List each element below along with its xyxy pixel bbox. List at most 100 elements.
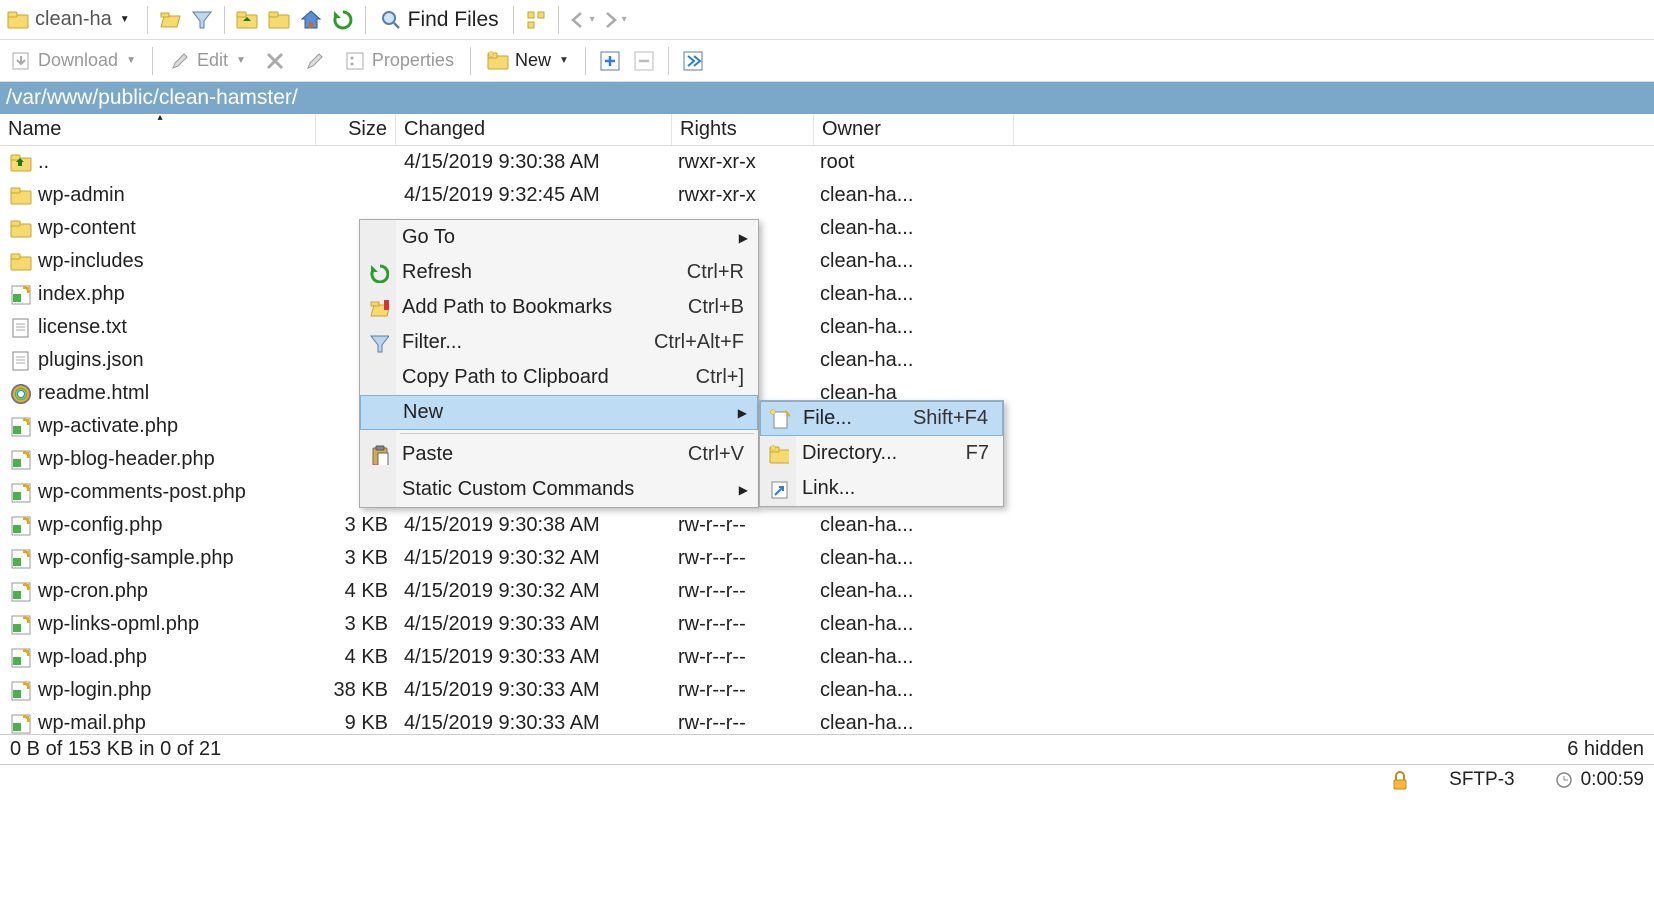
file-icon: [10, 152, 32, 174]
rename-button[interactable]: [298, 48, 332, 74]
menu-item-add-path-to-bookmarks[interactable]: Add Path to Bookmarks Ctrl+B: [360, 290, 758, 325]
submenu-item-link[interactable]: Link...: [760, 471, 1003, 506]
file-row[interactable]: wp-cron.php4 KB4/15/2019 9:30:32 AMrw-r-…: [0, 575, 1654, 608]
file-owner: clean-ha...: [814, 514, 1014, 537]
file-size: 4 KB: [316, 646, 396, 669]
download-icon: [10, 50, 32, 72]
path-text: /var/www/public/clean-hamster/: [6, 86, 298, 110]
encryption-status[interactable]: [1389, 770, 1409, 790]
file-size: 3 KB: [316, 514, 396, 537]
paste-icon: [368, 444, 390, 466]
menu-label: Add Path to Bookmarks: [402, 296, 612, 319]
menu-item-paste[interactable]: PasteCtrl+V: [360, 437, 758, 472]
file-size: 4 KB: [316, 580, 396, 603]
hidden-count: 6 hidden: [1567, 738, 1644, 761]
header-name[interactable]: Name▴: [0, 114, 316, 145]
filter-button[interactable]: [188, 6, 216, 34]
menu-item-filter[interactable]: Filter...Ctrl+Alt+F: [360, 325, 758, 360]
file-size: 38 KB: [316, 679, 396, 702]
edit-icon: [169, 50, 191, 72]
file-row[interactable]: plugins.jsonclean-ha...: [0, 344, 1654, 377]
file-size: 9 KB: [316, 712, 396, 734]
file-name: wp-load.php: [38, 646, 147, 669]
file-changed: 4/15/2019 9:30:32 AM: [396, 547, 672, 570]
file-icon: [10, 416, 32, 438]
bookmark-dropdown[interactable]: clean-ha ▼: [4, 5, 139, 34]
path-bar[interactable]: /var/www/public/clean-hamster/: [0, 82, 1654, 114]
header-size[interactable]: Size: [316, 114, 396, 145]
sync-browse-button[interactable]: [522, 6, 550, 34]
file-row[interactable]: license.txt20clean-ha...: [0, 311, 1654, 344]
header-changed[interactable]: Changed: [396, 114, 672, 145]
nav-forward-button[interactable]: ▾: [599, 6, 627, 34]
separator: [147, 6, 148, 34]
menu-item-copy-path-to-clipboard[interactable]: Copy Path to Clipboard Ctrl+]: [360, 360, 758, 395]
download-button[interactable]: Download ▼: [4, 48, 142, 74]
file-row[interactable]: wp-load.php4 KB4/15/2019 9:30:33 AMrw-r-…: [0, 641, 1654, 674]
sort-asc-icon: ▴: [158, 114, 163, 123]
file-owner: clean-ha...: [814, 547, 1014, 570]
file-icon: [10, 581, 32, 603]
file-icon: [10, 383, 32, 405]
separator: [152, 47, 153, 75]
file-icon: [10, 449, 32, 471]
file-icon: [10, 482, 32, 504]
find-files-button[interactable]: Find Files: [374, 6, 505, 34]
bookmark-icon: [368, 297, 390, 319]
menu-label: Copy Path to Clipboard: [402, 366, 609, 389]
file-owner: root: [814, 151, 1014, 174]
collapse-button[interactable]: [630, 47, 658, 75]
menu-shortcut: Ctrl+B: [688, 296, 744, 319]
refresh-button[interactable]: [329, 6, 357, 34]
file-row[interactable]: wp-mail.php9 KB4/15/2019 9:30:33 AMrw-r-…: [0, 707, 1654, 734]
file-row[interactable]: wp-login.php38 KB4/15/2019 9:30:33 AMrw-…: [0, 674, 1654, 707]
submenu-item-directory[interactable]: Directory...F7: [760, 436, 1003, 471]
file-name: wp-includes: [38, 250, 144, 273]
file-row[interactable]: ..4/15/2019 9:30:38 AMrwxr-xr-xroot: [0, 146, 1654, 179]
file-row[interactable]: wp-links-opml.php3 KB4/15/2019 9:30:33 A…: [0, 608, 1654, 641]
delete-button[interactable]: [258, 48, 292, 74]
menu-shortcut: Ctrl+V: [688, 443, 744, 466]
menu-shortcut: Ctrl+]: [696, 366, 744, 389]
file-icon: [10, 350, 32, 372]
file-rights: rwxr-xr-x: [672, 184, 814, 207]
menu-shortcut: Ctrl+Alt+F: [654, 331, 744, 354]
file-row[interactable]: wp-config.php3 KB4/15/2019 9:30:38 AMrw-…: [0, 509, 1654, 542]
submenu-item-file[interactable]: File...Shift+F4: [760, 401, 1003, 436]
file-icon: [10, 185, 32, 207]
file-row[interactable]: index.phpclean-ha...: [0, 278, 1654, 311]
file-row[interactable]: wp-contentclean-ha...: [0, 212, 1654, 245]
header-rights[interactable]: Rights: [672, 114, 814, 145]
file-row[interactable]: wp-admin4/15/2019 9:32:45 AMrwxr-xr-xcle…: [0, 179, 1654, 212]
file-icon: [10, 284, 32, 306]
root-dir-button[interactable]: [265, 6, 293, 34]
file-changed: 4/15/2019 9:32:45 AM: [396, 184, 672, 207]
new-button[interactable]: New ▼: [481, 48, 575, 74]
menu-item-new[interactable]: New▶: [360, 395, 758, 430]
file-row[interactable]: wp-config-sample.php3 KB4/15/2019 9:30:3…: [0, 542, 1654, 575]
transfer-settings-button[interactable]: [679, 47, 707, 75]
edit-button[interactable]: Edit ▼: [163, 48, 252, 74]
header-owner[interactable]: Owner: [814, 114, 1014, 145]
menu-item-go-to[interactable]: Go To▶: [360, 220, 758, 255]
file-row[interactable]: wp-includesclean-ha...: [0, 245, 1654, 278]
file-owner: clean-ha...: [814, 184, 1014, 207]
refresh-icon: [368, 262, 390, 284]
properties-button[interactable]: Properties: [338, 48, 460, 74]
parent-dir-button[interactable]: [233, 6, 261, 34]
file-owner: clean-ha...: [814, 217, 1014, 240]
file-size: 3 KB: [316, 613, 396, 636]
file-rights: rw-r--r--: [672, 514, 814, 537]
file-rights: rw-r--r--: [672, 580, 814, 603]
home-button[interactable]: [297, 6, 325, 34]
menu-item-static-custom-commands[interactable]: Static Custom Commands▶: [360, 472, 758, 507]
submenu-arrow-icon: ▶: [738, 406, 747, 420]
file-changed: 4/15/2019 9:30:33 AM: [396, 646, 672, 669]
folder-icon: [7, 9, 29, 31]
nav-back-button[interactable]: ▾: [567, 6, 595, 34]
open-dir-button[interactable]: [156, 6, 184, 34]
expand-button[interactable]: [596, 47, 624, 75]
clock-icon: [1555, 771, 1573, 789]
menu-item-refresh[interactable]: RefreshCtrl+R: [360, 255, 758, 290]
menu-label: Refresh: [402, 261, 472, 284]
